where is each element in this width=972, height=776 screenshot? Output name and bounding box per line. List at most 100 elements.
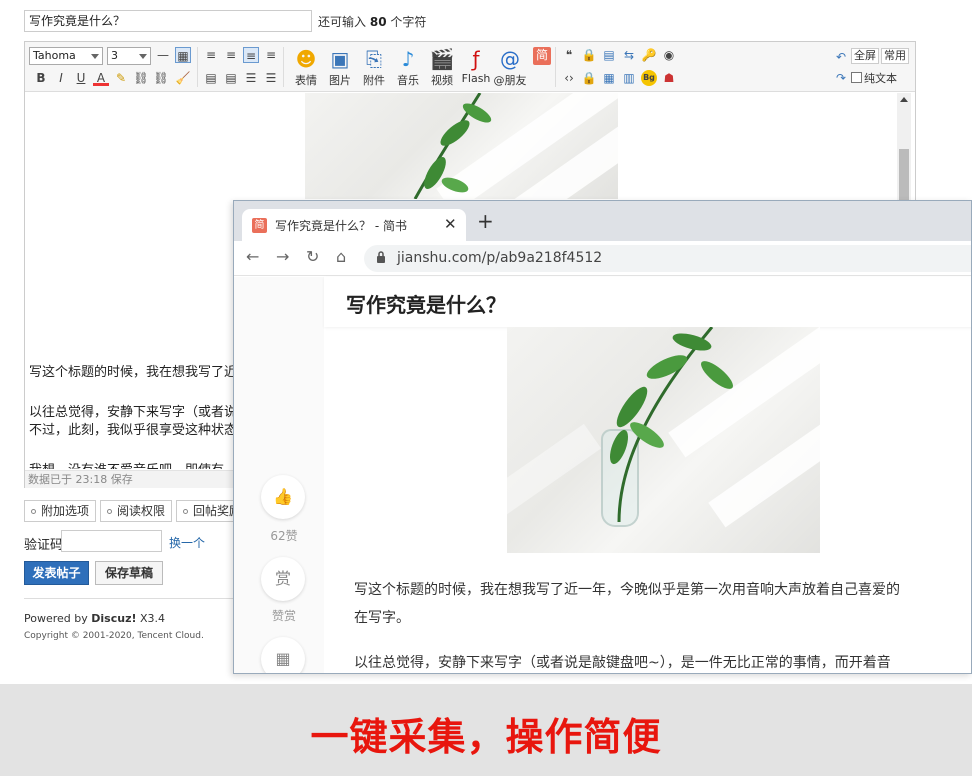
submit-post-button[interactable]: 发表帖子 (24, 561, 89, 585)
post-title-input[interactable]: 写作究竟是什么？ (24, 10, 312, 32)
ordered-list-icon[interactable]: ☰ (243, 70, 259, 86)
new-tab-icon[interactable]: + (477, 211, 494, 231)
background-icon[interactable]: Bg (641, 70, 657, 86)
thumbs-up-icon: 👍 (273, 487, 293, 506)
discuz-brand[interactable]: Discuz! (91, 612, 136, 625)
font-color-icon[interactable]: A (93, 70, 109, 86)
lock-icon (377, 251, 385, 263)
plain-text-checkbox[interactable] (851, 72, 862, 83)
tab-title: 写作究竟是什么？ - 简书 (275, 219, 407, 233)
jianshu-favicon: 简 (252, 218, 267, 233)
float-right-icon[interactable]: ▤ (223, 70, 239, 86)
at-icon: @ (500, 47, 520, 71)
video-button[interactable]: 🎬 视频 (425, 46, 459, 88)
read-permission-button[interactable]: 阅读权限 (100, 500, 173, 522)
editor-toolbar: Tahoma 3 — ▦ B I U A ✎ ⛓ ⛓ 🧹 ≡ ≡ ≡ ≡ ▤ ▤… (25, 42, 915, 92)
attachment-button[interactable]: ⎘ 附件 (357, 46, 391, 88)
font-family-select[interactable]: Tahoma (29, 47, 103, 65)
index-icon[interactable]: ▦ (601, 70, 617, 86)
plain-text-toggle[interactable]: 纯文本 (851, 72, 897, 86)
editor-paragraph: 不过，此刻，我似乎很享受这种状态 (29, 423, 238, 438)
hide-icon[interactable]: 🔒 (581, 70, 597, 86)
plain-text-label: 纯文本 (864, 72, 897, 85)
jianshu-icon[interactable]: 简 (533, 47, 551, 65)
back-icon[interactable]: ← (246, 247, 259, 266)
flash-button[interactable]: ƒ Flash (459, 46, 493, 85)
home-icon[interactable]: ⌂ (336, 247, 346, 266)
captcha-input[interactable] (61, 530, 162, 552)
like-button[interactable]: 👍 (261, 475, 305, 519)
clear-format-icon[interactable]: 🧹 (175, 70, 191, 86)
qq-icon[interactable]: ☗ (661, 70, 677, 86)
extra-options-label: 附加选项 (41, 504, 90, 518)
browser-tab[interactable]: 简 写作究竟是什么？ - 简书 ✕ (242, 209, 466, 241)
align-left-icon[interactable]: ≡ (203, 47, 219, 63)
captcha-label: 验证码 (24, 538, 64, 553)
underline-icon[interactable]: U (73, 70, 89, 86)
article-plant-leaves (609, 327, 733, 523)
scroll-up-icon[interactable] (900, 97, 908, 102)
highlight-icon[interactable]: ✎ (113, 70, 129, 86)
article-sidebar: 👍 62赞 赏 赞赏 ▦ (234, 277, 324, 673)
video-label: 视频 (431, 74, 453, 87)
unlink-icon[interactable]: ⛓ (153, 70, 169, 86)
extra-options-button[interactable]: 附加选项 (24, 500, 97, 522)
reward-label: 赞赏 (271, 609, 296, 623)
music-button[interactable]: ♪ 音乐 (391, 46, 425, 88)
article-paragraph: 以往总觉得，安静下来写字（或者说是敲键盘吧~），是一件无比正常的事情，而开着音 (354, 655, 891, 671)
reward-button[interactable]: 赏 (261, 557, 305, 601)
forward-icon[interactable]: → (276, 247, 289, 266)
quote-icon[interactable]: ❝ (561, 47, 577, 63)
music-label: 音乐 (397, 74, 419, 87)
tab-close-icon[interactable]: ✕ (444, 215, 457, 233)
powered-by: Powered by Discuz! X3.4 (24, 612, 165, 625)
smiley-button[interactable]: ☻ 表情 (289, 46, 323, 88)
align-justify-icon[interactable]: ≡ (243, 47, 259, 63)
article-title: 写作究竟是什么？ (346, 293, 506, 317)
password-icon[interactable]: 🔑 (641, 47, 657, 63)
italic-icon[interactable]: I (53, 70, 69, 86)
mention-button[interactable]: @ @朋友 (493, 46, 527, 88)
editor-paragraph: 以往总觉得，安静下来写字（或者说 (29, 405, 238, 420)
bullet-icon (31, 509, 36, 514)
address-bar[interactable]: jianshu.com/p/ab9a218f4512 (364, 245, 971, 272)
bold-icon[interactable]: B (33, 70, 49, 86)
code-icon[interactable]: ‹› (561, 70, 577, 86)
read-permission-label: 阅读权限 (117, 504, 166, 518)
unordered-list-icon[interactable]: ☰ (263, 70, 279, 86)
copyright: Copyright © 2001-2020, Tencent Cloud. (24, 631, 204, 641)
table-icon[interactable]: ▦ (175, 47, 191, 63)
editor-paragraph: 写这个标题的时候，我在想我写了近 (29, 365, 238, 380)
horizontal-rule-icon[interactable]: — (155, 47, 171, 63)
font-family-value: Tahoma (33, 49, 76, 62)
reward-symbol: 赏 (274, 569, 291, 588)
media-icon[interactable]: ◉ (661, 47, 677, 63)
video-icon: 🎬 (429, 47, 455, 71)
powered-prefix: Powered by (24, 612, 88, 625)
bullet-icon (183, 509, 188, 514)
fullscreen-button[interactable]: 全屏 (851, 48, 879, 64)
font-size-value: 3 (111, 49, 118, 62)
align-center-icon[interactable]: ≡ (223, 47, 239, 63)
like-count: 62赞 (270, 529, 298, 543)
captcha-change-link[interactable]: 换一个 (169, 534, 205, 551)
link-icon[interactable]: ⛓ (133, 70, 149, 86)
qrcode-button[interactable]: ▦ (261, 637, 305, 673)
align-right-icon[interactable]: ≡ (263, 47, 279, 63)
image-label: 图片 (329, 74, 351, 87)
bullet-icon (107, 509, 112, 514)
undo-icon[interactable]: ↶ (833, 49, 849, 65)
float-left-icon[interactable]: ▤ (203, 70, 219, 86)
common-button[interactable]: 常用 (881, 48, 909, 64)
mention-label: @朋友 (493, 74, 527, 87)
free-content-icon[interactable]: ▤ (601, 47, 617, 63)
font-size-select[interactable]: 3 (107, 47, 151, 65)
lock-icon[interactable]: 🔒 (581, 47, 597, 63)
page-break-icon[interactable]: ⇆ (621, 47, 637, 63)
columns-icon[interactable]: ▥ (621, 70, 637, 86)
image-button[interactable]: ▣ 图片 (323, 46, 357, 88)
toolbar-separator (197, 47, 198, 87)
redo-icon[interactable]: ↷ (833, 70, 849, 86)
save-draft-button[interactable]: 保存草稿 (95, 561, 163, 585)
reload-icon[interactable]: ↻ (306, 247, 319, 266)
